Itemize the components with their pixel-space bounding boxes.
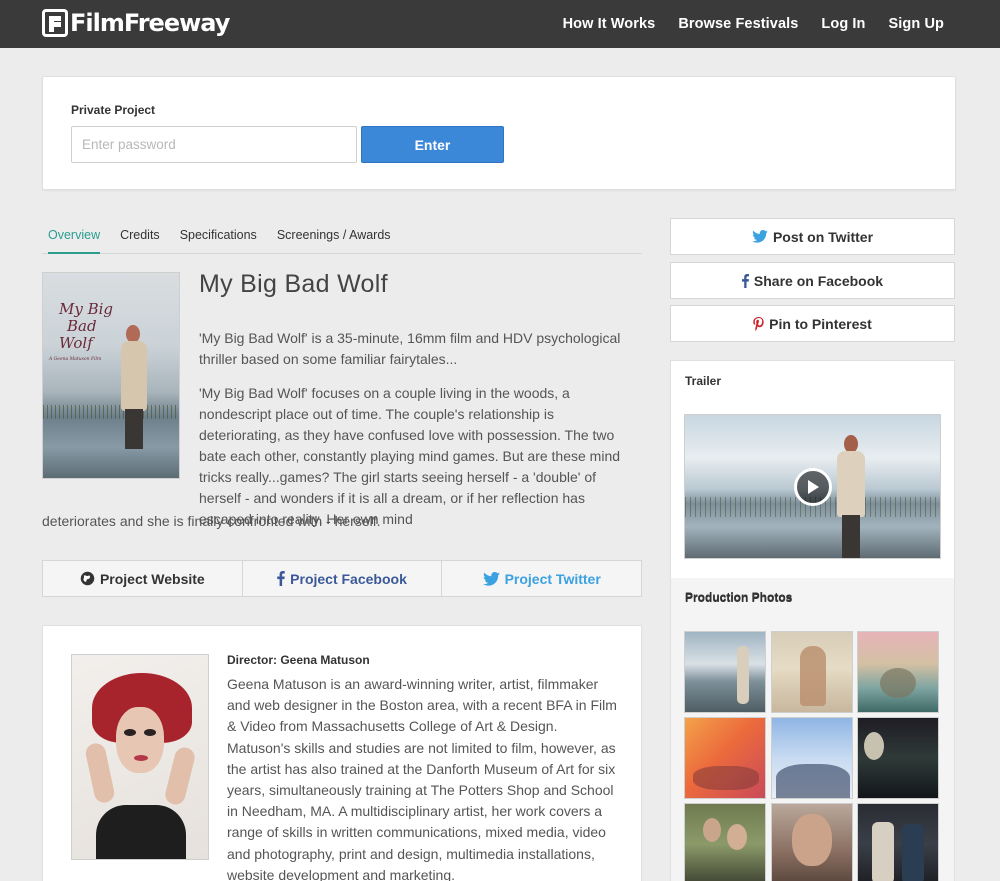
twitter-icon xyxy=(482,571,500,586)
project-links-bar: Project Website Project Facebook Project… xyxy=(42,560,642,597)
trailer-figure xyxy=(833,435,869,558)
project-twitter-label: Project Twitter xyxy=(504,570,601,587)
description-continuation: deteriorates and she is finally confront… xyxy=(42,513,381,529)
share-on-facebook-label: Share on Facebook xyxy=(753,272,884,289)
play-icon[interactable] xyxy=(794,468,832,506)
production-photo[interactable] xyxy=(771,717,853,799)
logo-icon xyxy=(42,9,68,37)
twitter-icon xyxy=(752,230,768,243)
project-twitter-link[interactable]: Project Twitter xyxy=(442,561,641,596)
production-photo[interactable] xyxy=(684,803,766,881)
private-project-card: Private Project Enter xyxy=(42,76,956,190)
tab-overview[interactable]: Overview xyxy=(48,218,101,254)
production-photo[interactable] xyxy=(857,631,939,713)
poster-subtitle: A Geena Matuson Film xyxy=(49,357,102,362)
post-on-twitter-label: Post on Twitter xyxy=(772,228,874,245)
nav-browse-festivals[interactable]: Browse Festivals xyxy=(678,16,798,32)
project-facebook-link[interactable]: Project Facebook xyxy=(243,561,443,596)
production-photo[interactable] xyxy=(857,717,939,799)
production-photo[interactable] xyxy=(771,803,853,881)
production-photos-label: Production Photos xyxy=(685,591,793,605)
top-navbar: FilmFreeway How It Works Browse Festival… xyxy=(0,0,1000,48)
nav-sign-up[interactable]: Sign Up xyxy=(889,16,944,32)
trailer-label: Trailer xyxy=(685,374,722,388)
nav-log-in[interactable]: Log In xyxy=(821,16,865,32)
director-bio: Geena Matuson is an award-winning writer… xyxy=(227,676,617,881)
tab-screenings-awards[interactable]: Screenings / Awards xyxy=(277,218,391,254)
project-website-link[interactable]: Project Website xyxy=(43,561,243,596)
facebook-icon xyxy=(741,273,749,288)
pinterest-icon xyxy=(753,316,764,331)
poster-title-line: My Big xyxy=(59,300,114,318)
tab-credits[interactable]: Credits xyxy=(120,218,160,254)
globe-icon xyxy=(80,571,95,586)
private-project-label: Private Project xyxy=(71,103,156,117)
pin-to-pinterest-label: Pin to Pinterest xyxy=(769,315,872,332)
password-input[interactable] xyxy=(71,126,357,163)
production-photo[interactable] xyxy=(771,631,853,713)
description-paragraph: 'My Big Bad Wolf' focuses on a couple li… xyxy=(199,385,621,527)
production-photo[interactable] xyxy=(684,631,766,713)
trailer-video[interactable] xyxy=(684,414,941,559)
project-tabs: Overview Credits Specifications Screenin… xyxy=(42,218,642,254)
production-photo[interactable] xyxy=(857,803,939,881)
film-poster: My Big Bad Wolf A Geena Matuson Film xyxy=(42,272,180,479)
main-nav: How It Works Browse Festivals Log In Sig… xyxy=(563,0,944,48)
post-on-twitter-button[interactable]: Post on Twitter xyxy=(670,218,955,255)
poster-title: My Big Bad Wolf xyxy=(59,301,113,352)
facebook-icon xyxy=(277,571,285,586)
director-name: Director: Geena Matuson xyxy=(227,653,370,667)
poster-figure xyxy=(117,325,149,449)
director-photo xyxy=(71,654,209,860)
director-card: Director: Geena Matuson Geena Matuson is… xyxy=(42,625,642,881)
film-title: My Big Bad Wolf xyxy=(199,270,388,298)
pin-to-pinterest-button[interactable]: Pin to Pinterest xyxy=(670,305,955,342)
poster-title-line: Wolf xyxy=(59,334,93,352)
project-website-label: Project Website xyxy=(99,570,205,587)
nav-how-it-works[interactable]: How It Works xyxy=(563,16,656,32)
production-photo[interactable] xyxy=(684,717,766,799)
share-on-facebook-button[interactable]: Share on Facebook xyxy=(670,262,955,299)
description-paragraph: 'My Big Bad Wolf' is a 35-minute, 16mm f… xyxy=(199,330,621,367)
enter-button[interactable]: Enter xyxy=(361,126,504,163)
logo-text: FilmFreeway xyxy=(70,9,230,37)
poster-title-line: Bad xyxy=(67,317,97,335)
filmfreeway-logo[interactable]: FilmFreeway xyxy=(42,6,230,40)
poster-reeds xyxy=(43,405,179,419)
tab-specifications[interactable]: Specifications xyxy=(180,218,257,254)
project-facebook-label: Project Facebook xyxy=(290,570,407,587)
